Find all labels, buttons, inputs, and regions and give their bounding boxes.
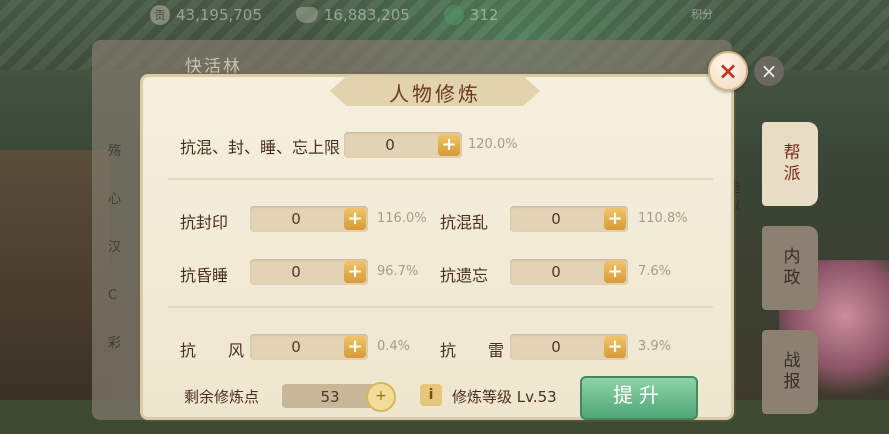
stepper-value[interactable]: 0 bbox=[510, 206, 602, 232]
stepper-value[interactable]: 0 bbox=[510, 334, 602, 360]
plus-icon[interactable]: + bbox=[344, 261, 366, 283]
stepper-value[interactable]: 0 bbox=[344, 132, 436, 158]
side-tabs: 帮派 内政 战报 bbox=[762, 122, 818, 434]
plus-icon[interactable]: + bbox=[604, 336, 626, 358]
resist-sleep-label: 抗昏睡 bbox=[180, 266, 229, 285]
resist-seal-percent: 116.0% bbox=[377, 211, 427, 226]
tab-internal-affairs[interactable]: 内政 bbox=[762, 226, 818, 310]
plus-icon[interactable]: + bbox=[604, 208, 626, 230]
remaining-points-value: 53 bbox=[282, 384, 378, 408]
plus-icon[interactable]: + bbox=[344, 208, 366, 230]
cultivation-dialog bbox=[140, 74, 734, 420]
silver-amount: 43,195,705 bbox=[176, 6, 262, 24]
jade-icon bbox=[443, 5, 464, 25]
cultivation-level: 修炼等级 Lv.53 bbox=[452, 388, 557, 406]
background-list-item: 彩 bbox=[108, 336, 122, 351]
resist-chaos-label: 抗混乱 bbox=[440, 213, 489, 232]
resist-sleep-stepper: 0 + bbox=[250, 259, 368, 285]
resist-sleep-percent: 96.7% bbox=[377, 264, 419, 279]
resist-forget-label: 抗遗忘 bbox=[440, 266, 489, 285]
tab-guild[interactable]: 帮派 bbox=[762, 122, 818, 206]
stepper-value[interactable]: 0 bbox=[250, 334, 342, 360]
resist-forget-stepper: 0 + bbox=[510, 259, 628, 285]
plus-icon[interactable]: + bbox=[604, 261, 626, 283]
upgrade-button[interactable]: 提升 bbox=[580, 376, 698, 420]
resist-thunder-stepper: 0 + bbox=[510, 334, 628, 360]
close-icon: × bbox=[717, 57, 739, 85]
add-points-icon[interactable]: + bbox=[366, 382, 396, 412]
background-close-icon[interactable]: × bbox=[754, 56, 784, 86]
resist-chaos-stepper: 0 + bbox=[510, 206, 628, 232]
background-list-item: C bbox=[108, 288, 118, 303]
silver-resource: 贡 43,195,705 bbox=[150, 5, 262, 25]
ingot-amount: 16,883,205 bbox=[323, 6, 410, 24]
resist-chaos-percent: 110.8% bbox=[638, 211, 688, 226]
resist-forget-percent: 7.6% bbox=[638, 264, 672, 279]
background-list-item: 殇 bbox=[108, 144, 122, 159]
resist-seal-stepper: 0 + bbox=[250, 206, 368, 232]
resist-wind-percent: 0.4% bbox=[377, 339, 411, 354]
close-button[interactable]: × bbox=[708, 51, 748, 91]
resist-wind-stepper: 0 + bbox=[250, 334, 368, 360]
upper-limit-stepper: 0 + bbox=[344, 132, 462, 158]
points-button[interactable]: 积分 bbox=[682, 4, 722, 26]
resist-wind-label: 抗 风 bbox=[180, 341, 245, 360]
silver-coin-icon: 贡 bbox=[150, 5, 170, 25]
resist-seal-label: 抗封印 bbox=[180, 213, 229, 232]
resist-thunder-percent: 3.9% bbox=[638, 339, 672, 354]
resource-bar: 贡 43,195,705 16,883,205 312 bbox=[150, 2, 730, 28]
background-list-item: 汉 bbox=[108, 240, 122, 255]
divider bbox=[168, 178, 713, 180]
info-icon[interactable]: i bbox=[420, 384, 442, 406]
jade-resource: 312 bbox=[443, 5, 499, 25]
stepper-value[interactable]: 0 bbox=[510, 259, 602, 285]
upper-limit-percent: 120.0% bbox=[468, 137, 518, 152]
background-list: 殇 心 汉 C 彩 bbox=[108, 128, 144, 368]
ingot-icon bbox=[295, 7, 318, 23]
plus-icon[interactable]: + bbox=[344, 336, 366, 358]
resist-thunder-label: 抗 雷 bbox=[440, 341, 505, 360]
ingot-resource: 16,883,205 bbox=[295, 6, 410, 24]
remaining-points-label: 剩余修炼点 bbox=[184, 388, 260, 406]
background-list-item: 心 bbox=[108, 192, 122, 207]
stepper-value[interactable]: 0 bbox=[250, 259, 342, 285]
dialog-title-plate: 人物修炼 bbox=[310, 74, 560, 108]
upper-limit-label: 抗混、封、睡、忘上限 bbox=[180, 138, 341, 157]
jade-amount: 312 bbox=[469, 6, 499, 24]
tab-battle-report[interactable]: 战报 bbox=[762, 330, 818, 414]
dialog-title: 人物修炼 bbox=[389, 82, 481, 106]
divider bbox=[168, 306, 713, 308]
stepper-value[interactable]: 0 bbox=[250, 206, 342, 232]
plus-icon[interactable]: + bbox=[438, 134, 460, 156]
